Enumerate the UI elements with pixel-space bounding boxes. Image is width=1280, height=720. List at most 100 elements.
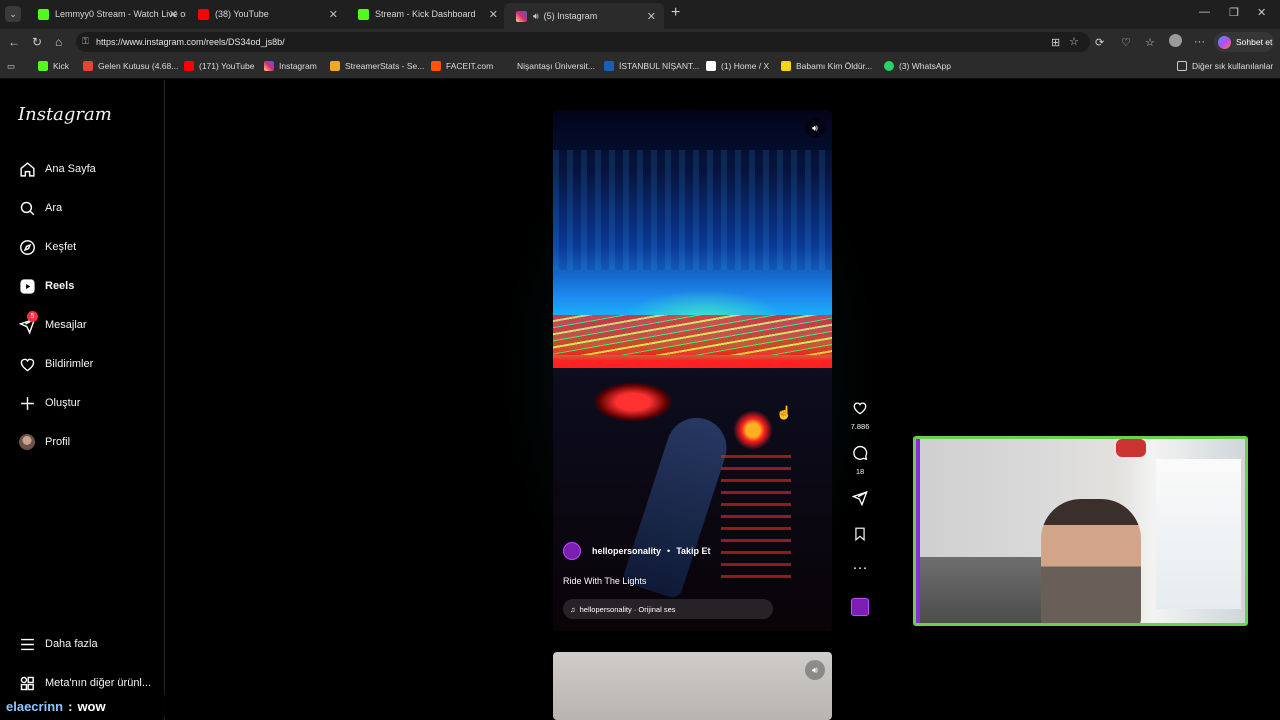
copilot-button[interactable]: Sohbet et — [1214, 32, 1274, 52]
sidebar-more[interactable]: Daha fazla — [18, 635, 98, 653]
bookmark-streamerstats[interactable]: StreamerStats - Se... — [330, 61, 424, 71]
sidebar-item-reels[interactable]: Reels — [18, 277, 74, 295]
share-button[interactable] — [846, 490, 874, 510]
tab-title: (38) YouTube — [215, 9, 269, 19]
instagram-icon — [264, 61, 274, 71]
chart-icon — [330, 61, 340, 71]
more-options-button[interactable]: ··· — [846, 560, 874, 576]
browser-tab[interactable]: Lemmyy0 Stream - Watch Live on ✕ — [26, 3, 186, 25]
sidebar-item-profile[interactable]: Profil — [18, 433, 70, 451]
volume-icon[interactable]: 🔊︎ — [805, 660, 825, 680]
sidebar-item-home[interactable]: Ana Sayfa — [18, 160, 96, 178]
stream-chat-message: elaecrinn : wow — [0, 695, 533, 717]
back-icon[interactable]: ← — [8, 35, 20, 49]
new-tab-button[interactable]: + — [671, 4, 680, 22]
app-available-icon[interactable]: ⊞ — [1051, 36, 1060, 49]
avatar-icon — [18, 433, 36, 451]
more-options-icon[interactable]: ··· — [1194, 36, 1205, 48]
bookmark-kick[interactable]: Kick — [38, 61, 69, 71]
bookmark-x[interactable]: (1) Home / X — [706, 61, 769, 71]
bookmark-icon — [781, 61, 791, 71]
bookmark-label: (3) WhatsApp — [899, 61, 951, 71]
like-button[interactable]: 7.886 — [846, 400, 874, 431]
other-bookmarks-folder[interactable]: Diğer sık kullanılanlar — [1177, 61, 1273, 71]
bookmark-label: Instagram — [279, 61, 317, 71]
sidebar-meta-products[interactable]: Meta'nın diğer ürünl... — [18, 674, 151, 692]
author-username[interactable]: hellopersonality — [592, 546, 661, 556]
profile-icon[interactable] — [1169, 34, 1182, 47]
sidebar-item-explore[interactable]: Keşfet — [18, 238, 76, 256]
follow-button[interactable]: Takip Et — [676, 546, 710, 556]
reel-caption[interactable]: Ride With The Lights — [563, 576, 646, 586]
video-gauge — [593, 382, 673, 422]
video-console-lights — [721, 455, 791, 585]
webcam-frame-accent — [916, 439, 920, 623]
bookmark-label: Gelen Kutusu (4.68... — [98, 61, 179, 71]
sidebar-item-create[interactable]: Oluştur — [18, 394, 80, 412]
instagram-icon — [516, 10, 527, 22]
bookmark-instagram[interactable]: Instagram — [264, 61, 317, 71]
instagram-logo[interactable]: Instagram — [18, 104, 112, 125]
close-window-icon[interactable]: ✕ — [1257, 6, 1266, 19]
bookmark-nisantasi[interactable]: Nişantaşı Üniversit... — [502, 61, 595, 71]
plus-icon — [18, 394, 36, 412]
bookmark-faceit[interactable]: FACEIT.com — [431, 61, 493, 71]
browser-tab[interactable]: Stream - Kick Dashboard ✕ — [346, 3, 506, 25]
speaker-icon[interactable]: 🔊︎ — [533, 11, 539, 22]
close-icon[interactable]: ✕ — [169, 8, 178, 21]
favorite-star-icon[interactable]: ☆ — [1069, 35, 1079, 48]
save-button[interactable] — [846, 526, 874, 546]
reload-icon[interactable]: ↻ — [32, 35, 42, 49]
browser-tab[interactable]: (38) YouTube ✕ — [186, 3, 346, 25]
extensions-icon[interactable]: ⟳ — [1095, 36, 1104, 49]
separator-dot: • — [667, 546, 671, 556]
reel-video[interactable]: 🔊︎ hellopersonality • Takip Et Ride With… — [553, 110, 832, 631]
video-trees — [553, 150, 832, 270]
tab-actions-menu-button[interactable]: ⌄ — [5, 6, 21, 22]
hand-cursor-icon: ☝ — [776, 405, 793, 420]
browser-tab-active[interactable]: 🔊︎ (5) Instagram ✕ — [504, 3, 664, 29]
bookmark-label: Kick — [53, 61, 70, 71]
bookmark-label: (171) YouTube — [199, 61, 255, 71]
bookmark-babami[interactable]: Babamı Kim Öldür... — [781, 61, 872, 71]
sidebar-item-search[interactable]: Ara — [18, 199, 62, 217]
comment-icon — [846, 445, 874, 465]
bookmark-whatsapp[interactable]: (3) WhatsApp — [884, 61, 951, 71]
kick-icon — [38, 8, 49, 20]
kick-icon — [358, 8, 369, 20]
sidebar-item-messages[interactable]: 5 Mesajlar — [18, 311, 87, 334]
webcam-overlay — [913, 436, 1248, 626]
address-toolbar: ← ↻ ⌂ ⚿ https://www.instagram.com/reels/… — [0, 29, 1280, 55]
restore-icon[interactable]: ❐ — [1229, 6, 1239, 19]
grid-icon — [18, 674, 36, 692]
url-bar[interactable]: ⚿ https://www.instagram.com/reels/DS34od… — [76, 32, 1090, 52]
site-info-icon[interactable]: ⚿ — [82, 36, 89, 47]
tab-title: Lemmyy0 Stream - Watch Live on — [55, 9, 186, 19]
author-avatar[interactable] — [563, 542, 581, 560]
browser-essentials-icon[interactable]: ♡ — [1121, 36, 1131, 49]
browser-tab-bar: ⌄ Lemmyy0 Stream - Watch Live on ✕ (38) … — [0, 0, 1280, 29]
url-text[interactable]: https://www.instagram.com/reels/DS34od_j… — [96, 37, 285, 47]
audio-thumbnail[interactable] — [851, 598, 869, 616]
reading-view-icon[interactable]: ▭ — [7, 61, 15, 72]
close-icon[interactable]: ✕ — [647, 10, 656, 23]
bookmark-istanbul-nisantasi[interactable]: İSTANBUL NİŞANT... — [604, 61, 699, 71]
bookmark-gmail[interactable]: Gelen Kutusu (4.68... — [83, 61, 178, 71]
reel-audio-link[interactable]: ♫ hellopersonality · Orijinal ses — [563, 599, 773, 619]
sidebar-item-notifications[interactable]: Bildirimler — [18, 355, 93, 373]
comment-count: 18 — [855, 467, 865, 476]
gmail-icon — [83, 61, 93, 71]
webcam-window — [1156, 459, 1241, 609]
favorites-icon[interactable]: ☆ — [1145, 36, 1155, 49]
next-reel-video[interactable]: 🔊︎ — [553, 652, 832, 720]
webcam-decor — [1116, 439, 1146, 457]
reels-icon — [18, 277, 36, 295]
close-icon[interactable]: ✕ — [329, 8, 338, 21]
bookmark-youtube[interactable]: (171) YouTube — [184, 61, 254, 71]
sidebar-item-label: Meta'nın diğer ürünl... — [45, 677, 152, 689]
comment-button[interactable]: 18 — [846, 445, 874, 476]
home-icon[interactable]: ⌂ — [55, 35, 62, 49]
volume-icon[interactable]: 🔊︎ — [805, 118, 825, 138]
close-icon[interactable]: ✕ — [489, 8, 498, 21]
minimize-icon[interactable]: — — [1199, 6, 1210, 18]
